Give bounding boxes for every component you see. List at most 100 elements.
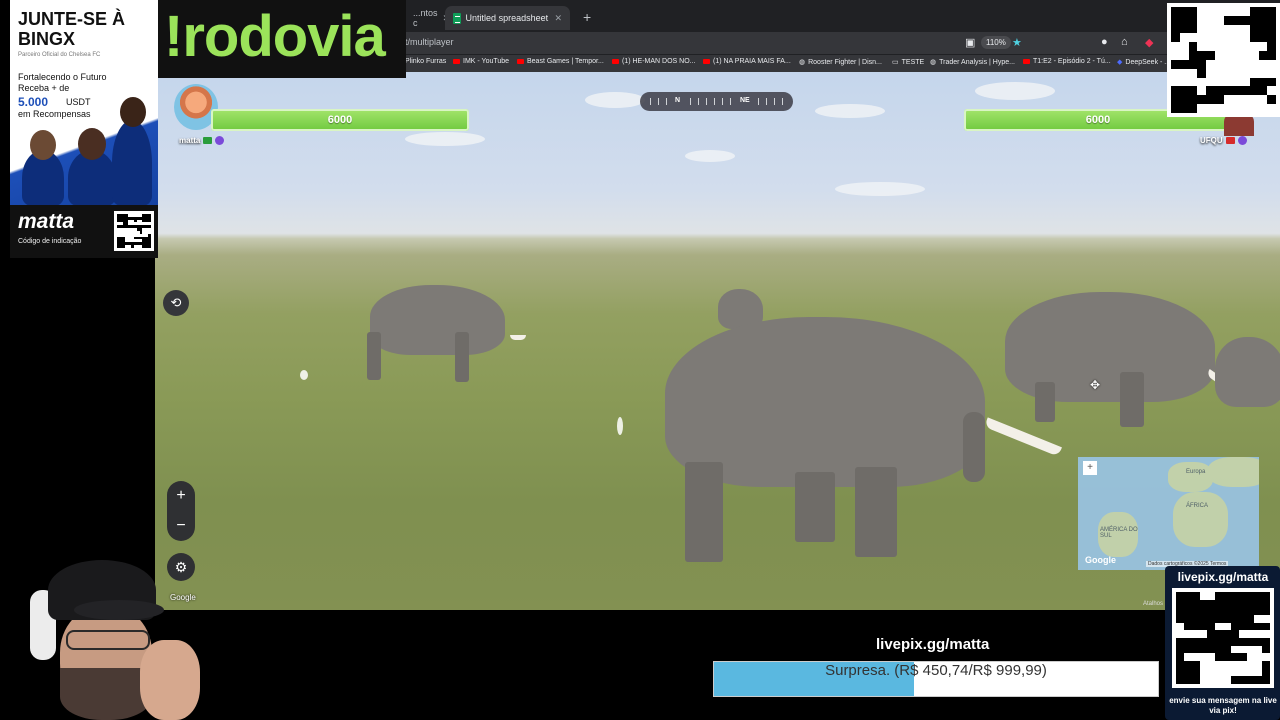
elephant-tusk <box>984 417 1062 457</box>
bookmark-item[interactable]: ◍ Trader Analysis | Hype... <box>930 58 1015 67</box>
health-value: 6000 <box>327 114 353 126</box>
bookmark-item[interactable]: IMK - YouTube <box>453 58 509 65</box>
bookmark-label: Plinko Furras <box>405 58 447 65</box>
qr-module <box>1191 614 1200 623</box>
return-to-start-icon[interactable]: ⟲ <box>163 290 189 316</box>
zoom-out-button[interactable]: − <box>167 511 195 541</box>
qr-module <box>1223 630 1231 638</box>
bookmark-label: Beast Games | Tempor... <box>527 58 604 65</box>
qr-module <box>1197 95 1206 105</box>
url-text[interactable]: t/multiplayer <box>405 37 454 47</box>
qr-module <box>1232 7 1241 16</box>
sponsor-amount: 5.000 <box>18 95 49 109</box>
close-icon[interactable]: ✕ <box>554 13 562 24</box>
qr-module <box>1223 68 1233 78</box>
qr-module <box>1171 77 1180 87</box>
qr-module <box>1207 614 1216 623</box>
qr-module <box>1230 614 1239 623</box>
tab-spreadsheet[interactable]: Untitled spreadsheet - Google S ✕ <box>445 6 570 30</box>
qr-module <box>1241 15 1250 25</box>
qr-module <box>1223 592 1231 600</box>
compass-label: NE <box>740 97 750 104</box>
keyboard-shortcuts-link[interactable]: Atalhos <box>1143 601 1163 607</box>
bookmark-item[interactable]: Beast Games | Tempor... <box>517 58 604 65</box>
sponsor-subtitle: Parceiro Oficial do Chelsea FC <box>18 52 101 58</box>
youtube-icon <box>517 59 524 64</box>
map-land <box>1173 492 1228 547</box>
profile-icon[interactable]: ◆ <box>1145 36 1153 49</box>
bookmark-item[interactable]: (1) HE-MAN DOS NO... <box>612 58 696 65</box>
qr-module <box>1241 51 1250 60</box>
qr-module <box>1232 51 1241 60</box>
qr-module <box>1183 614 1192 623</box>
elephant-tusk <box>510 335 526 340</box>
globe-icon: ◍ <box>930 59 937 66</box>
new-tab-button[interactable]: + <box>583 9 591 25</box>
extension-icon[interactable]: ● <box>1101 36 1108 48</box>
qr-module <box>1215 676 1223 684</box>
qr-module <box>1183 653 1192 661</box>
qr-module <box>1241 42 1250 52</box>
puzzle-icon[interactable]: ⌂ <box>1121 36 1128 48</box>
zoom-control: + − <box>167 481 195 541</box>
sponsor-title: JUNTE-SE À BINGX <box>18 9 126 49</box>
qr-module <box>1176 660 1184 669</box>
qr-module <box>1241 95 1250 105</box>
qr-module <box>1249 77 1259 87</box>
compass-tick <box>666 98 667 105</box>
bookmark-item[interactable]: (1) NA PRAIA MAIS FA... <box>703 58 791 65</box>
qr-module <box>1267 24 1276 34</box>
qr-module <box>1262 668 1270 677</box>
qr-module <box>1206 77 1215 87</box>
map-label: ÁFRICA <box>1186 503 1209 509</box>
qr-module <box>1214 33 1224 43</box>
bookmark-label: TESTE <box>901 58 925 66</box>
bookmark-folder[interactable]: ▭ TESTE <box>892 58 925 67</box>
qr-module <box>1179 77 1189 87</box>
bookmark-item[interactable]: ◍ Rooster Fighter | Disn... <box>799 58 882 67</box>
bookmark-item[interactable]: ◆ DeepSeek - ... <box>1117 58 1170 67</box>
qr-module <box>1262 630 1270 638</box>
health-value: 6000 <box>1085 114 1111 126</box>
qr-module <box>1223 95 1233 105</box>
qr-module <box>1262 676 1270 684</box>
qr-pattern <box>1176 592 1270 684</box>
bookmark-item[interactable]: Plinko Furras <box>405 58 446 65</box>
qr-module <box>1171 68 1180 78</box>
qr-module <box>1176 599 1184 608</box>
qr-module <box>1249 51 1259 60</box>
tab-tutorial[interactable]: ...ntos c✕ <box>405 6 450 30</box>
qr-module <box>1232 95 1241 105</box>
sponsor-currency: USDT <box>66 97 91 107</box>
screenshot-icon[interactable]: ▣ <box>965 36 975 49</box>
qr-module <box>1238 614 1247 623</box>
map-zoom-button[interactable]: + <box>1083 461 1097 475</box>
elephant-trunk <box>963 412 985 482</box>
qr-module <box>1183 630 1192 638</box>
sponsor-footer: matta Código de indicação <box>10 205 158 258</box>
qr-module <box>1258 51 1268 60</box>
qr-module <box>1183 599 1192 608</box>
tab-label: Untitled spreadsheet - Google S <box>465 13 550 23</box>
qr-module <box>1176 607 1184 615</box>
star-icon[interactable]: ★ <box>1012 36 1022 49</box>
livepix-card: livepix.gg/matta envie sua mensagem na l… <box>1165 566 1280 720</box>
qr-module <box>1267 51 1276 60</box>
qr-module <box>1223 42 1233 52</box>
qr-module <box>1183 668 1192 677</box>
qr-module <box>1207 668 1216 677</box>
qr-module <box>1215 614 1223 623</box>
qr-module <box>1262 653 1270 661</box>
zoom-in-button[interactable]: + <box>167 481 195 511</box>
qr-module <box>1183 622 1192 631</box>
guess-map[interactable]: Europa ÁFRICA AMÉRICA DO SUL <box>1078 457 1259 570</box>
qr-module <box>1254 614 1263 623</box>
bookmark-label: IMK - YouTube <box>463 58 510 65</box>
bookmark-item[interactable]: T1:E2 - Episódio 2 - Tú... <box>1023 58 1111 65</box>
zoom-level[interactable]: 110% <box>981 36 1011 49</box>
qr-module <box>1199 676 1208 684</box>
qr-module <box>1179 95 1189 105</box>
qr-module <box>1267 7 1276 16</box>
qr-module <box>1262 660 1270 669</box>
qr-module <box>1171 7 1180 16</box>
